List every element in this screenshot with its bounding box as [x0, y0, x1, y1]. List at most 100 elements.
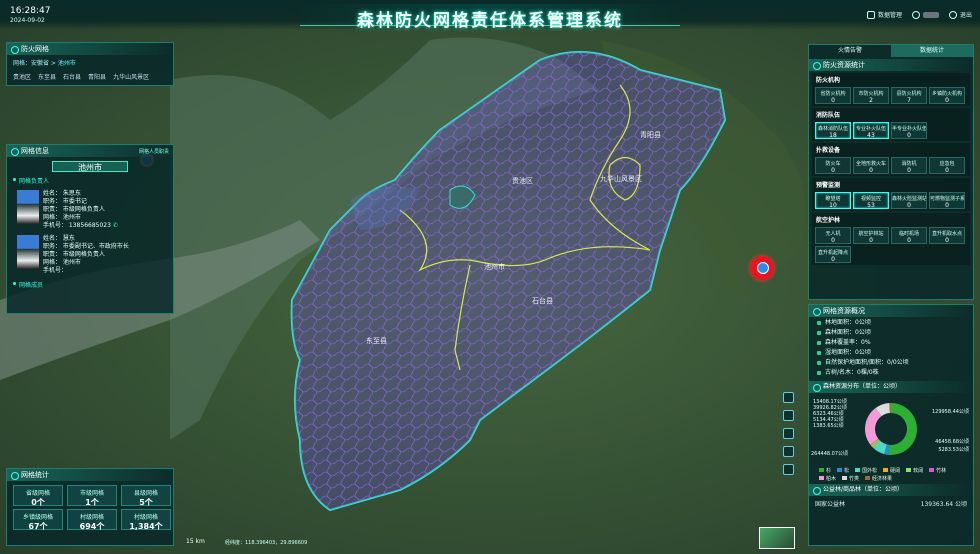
stat-card[interactable]: 县级网格 5个 [121, 485, 171, 507]
legend-item[interactable]: 柏木 [819, 475, 836, 482]
resource-cell[interactable]: 消防机 0 [891, 157, 927, 174]
grid-stats-panel: 网格统计 省级网格 0个 市级网格 1个 县级网格 5个 乡镇级网格 67个 村级网格 6… [6, 468, 174, 546]
overview-title: 网格资源概况 [809, 305, 973, 317]
breadcrumb: 网格：安徽省 > 池州市 [13, 60, 76, 67]
resource-cell[interactable]: 专业扑火队伍 43 [853, 122, 889, 139]
map-label-qingyang[interactable]: 青阳县 [640, 130, 661, 140]
pie-slice[interactable] [865, 408, 882, 445]
stat-card[interactable]: 市级网格 1个 [67, 485, 117, 507]
map-label-dongzhi[interactable]: 东至县 [366, 336, 387, 346]
monitor-icon [866, 10, 875, 19]
resource-cell[interactable]: 瞭望塔 10 [815, 192, 851, 209]
pie-data-label: 13408.17公顷 [813, 398, 847, 405]
district-tab[interactable]: 贵池区 [13, 72, 31, 81]
pie-data-label: 1383.65公顷 [813, 422, 844, 429]
duty-link[interactable]: 网格人员职责 [139, 148, 169, 155]
power-icon [948, 10, 957, 19]
breadcrumb-current[interactable]: 池州市 [58, 60, 76, 67]
pie-data-label: 5283.53公顷 [938, 446, 969, 453]
legend-item[interactable]: 松 [837, 467, 849, 474]
resource-group: 防火机构省防火机构 0 市防火机构 2 县防火机构 7 乡镇防火机构 0 [812, 73, 970, 106]
pie-slice[interactable] [888, 403, 917, 455]
resource-cell[interactable]: 森林火险监测站 0 [891, 192, 927, 209]
person-card[interactable]: 姓名： 慧东 职务： 市委副书记、市政府市长 职责： 市级网格负责人 网格： 池… [7, 234, 173, 276]
resource-cell[interactable]: 森林消防队伍 18 [815, 122, 851, 139]
resource-cell[interactable]: 全地形救火车 0 [853, 157, 889, 174]
zoom-in-button[interactable] [783, 392, 794, 403]
map-label-shitai[interactable]: 石台县 [532, 296, 553, 306]
phone: 手机号： 13856685023 ✆ [43, 222, 118, 229]
city-name: 池州市 [52, 161, 128, 172]
phone-icon[interactable]: ✆ [113, 222, 118, 229]
group-title: 防火机构 [816, 77, 841, 84]
resource-cell[interactable]: 无人机 0 [815, 227, 851, 244]
date: 2024-09-02 [10, 17, 45, 24]
district-tab[interactable]: 东至县 [38, 72, 56, 81]
district-tab[interactable]: 石台县 [63, 72, 81, 81]
basemap-switch[interactable] [759, 527, 795, 549]
exit-button[interactable]: 退出 [948, 10, 972, 19]
layer-button[interactable] [783, 428, 794, 439]
district-tab[interactable]: 九华山风景区 [113, 72, 149, 81]
map-label-guichi[interactable]: 贵池区 [512, 176, 533, 186]
forest-pie-chart[interactable]: 264448.07公顷 13408.17公顷39926.82公顷6323.46公顷… [809, 393, 973, 463]
legend-item[interactable]: 国外松 [855, 467, 877, 474]
grid-panel-title: 防火网格 [7, 43, 173, 55]
tab-fire-alert[interactable]: 火情告警 [809, 45, 891, 57]
pie-data-label: 264448.07公顷 [811, 450, 848, 457]
person-card[interactable]: 姓名： 朱思东 职务： 市委书记 职责： 市级网格负责人 网格： 池州市 手机号… [7, 189, 173, 231]
measure-button[interactable] [783, 446, 794, 457]
district-tab[interactable]: 青阳县 [88, 72, 106, 81]
map-label-chizhou[interactable]: 池州市 [484, 262, 505, 272]
resource-group: 扑救设备防火车 0 全地形救火车 0 消防机 0 应急包 0 [812, 143, 970, 176]
grid-stats-title: 网格统计 [7, 469, 173, 481]
stat-card[interactable]: 乡镇级网格 67个 [13, 509, 63, 531]
legend-item[interactable]: 杉 [819, 467, 831, 474]
resource-group: 消防队伍森林消防队伍 18 专业扑火队伍 43 半专业扑火队伍 0 [812, 108, 970, 141]
data-manage-button[interactable]: 数据管理 [866, 10, 902, 19]
resource-cell[interactable]: 县防火机构 7 [891, 87, 927, 104]
user-icon [911, 10, 920, 19]
group-title: 扑救设备 [816, 147, 841, 154]
grid-info-panel: 网格信息 网格人员职责 池州市 网格负责人 姓名： 朱思东 职务： 市委书记 职… [6, 144, 174, 314]
resource-cell[interactable]: 临时机场 0 [891, 227, 927, 244]
legend-item[interactable]: 竹林 [929, 467, 946, 474]
pie-data-label: 6323.46公顷 [813, 410, 844, 417]
leaders-subtitle: 网格负责人 [7, 172, 173, 189]
public-forest-title: 公益林/商品林（单位：公顷） [809, 484, 973, 496]
fire-alert-marker[interactable] [750, 256, 774, 280]
fullscreen-button[interactable] [783, 464, 794, 475]
stat-card[interactable]: 村级网格 1,384个 [121, 509, 171, 531]
resource-cell[interactable]: 可燃物监测子系统0 [929, 192, 965, 209]
resource-cell[interactable]: 视频监控 53 [853, 192, 889, 209]
resource-cell[interactable]: 航空护林站 0 [853, 227, 889, 244]
clock: 16:28:47 [10, 6, 51, 16]
group-title: 消防队伍 [816, 112, 841, 119]
resource-cell[interactable]: 半专业扑火队伍 0 [891, 122, 927, 139]
app-title: 森林防火网格责任体系管理系统 [357, 11, 623, 31]
resource-cell[interactable]: 市防火机构 2 [853, 87, 889, 104]
stat-card[interactable]: 省级网格 0个 [13, 485, 63, 507]
public-row-value: 139363.64 公顷 [920, 501, 967, 508]
legend-item[interactable]: 经济林果 [865, 475, 892, 482]
legend-item[interactable]: 硬阔 [883, 467, 900, 474]
resource-cell[interactable]: 直升机取水点 0 [929, 227, 965, 244]
group-title: 航空护林 [816, 217, 841, 224]
map-label-jiuhuashan[interactable]: 九华山风景区 [600, 174, 642, 184]
resource-cell[interactable]: 乡镇防火机构 0 [929, 87, 965, 104]
legend-item[interactable]: 软阔 [906, 467, 923, 474]
resource-cell[interactable]: 省防火机构 0 [815, 87, 851, 104]
resource-title: 防火资源统计 [809, 59, 973, 71]
resource-cell[interactable]: 应急包 0 [929, 157, 965, 174]
resource-cell[interactable]: 防火车 0 [815, 157, 851, 174]
user-menu[interactable] [911, 10, 939, 19]
username-blurred [922, 11, 939, 18]
dist-title: 森林资源分布（单位：公顷） [809, 381, 973, 393]
zoom-out-button[interactable] [783, 410, 794, 421]
resource-cell[interactable]: 直升机起降点 0 [815, 246, 851, 263]
stat-card[interactable]: 村级网格 694个 [67, 509, 117, 531]
legend-item[interactable]: 竹类 [842, 475, 859, 482]
scale-bar: 15 km [186, 538, 205, 545]
members-subtitle: 网格成员 [7, 276, 173, 293]
tab-data-stats[interactable]: 数据统计 [891, 45, 973, 57]
